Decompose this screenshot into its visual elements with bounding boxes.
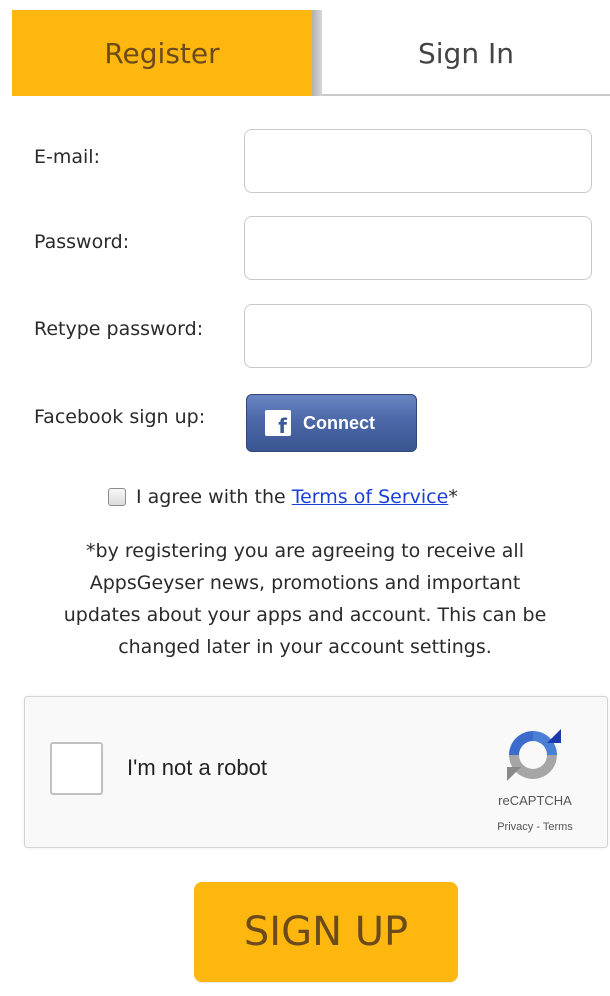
terms-agreement: I agree with the Terms of Service * bbox=[108, 480, 588, 514]
recaptcha-label: I'm not a robot bbox=[127, 755, 267, 780]
retype-password-label: Retype password: bbox=[34, 318, 204, 340]
password-label: Password: bbox=[34, 231, 130, 253]
terms-suffix: * bbox=[448, 486, 458, 508]
terms-of-service-link[interactable]: Terms of Service bbox=[292, 486, 449, 508]
tab-register-label: Register bbox=[104, 36, 220, 70]
recaptcha-logo-icon bbox=[507, 729, 561, 781]
terms-prefix: I agree with the bbox=[136, 486, 292, 508]
email-field[interactable] bbox=[244, 129, 592, 193]
recaptcha-terms-link[interactable]: Terms bbox=[543, 821, 573, 833]
terms-checkbox[interactable] bbox=[108, 488, 126, 506]
notice-line: changed later in your account settings. bbox=[118, 636, 492, 658]
recaptcha-brand: reCAPTCHA bbox=[498, 793, 572, 808]
password-field[interactable] bbox=[244, 216, 592, 280]
recaptcha-links: Privacy - Terms bbox=[465, 821, 605, 833]
facebook-signup-label: Facebook sign up: bbox=[34, 406, 206, 428]
sign-up-button[interactable]: SIGN UP bbox=[194, 882, 458, 982]
facebook-connect-label: Connect bbox=[303, 412, 375, 433]
notice-line: *by registering you are agreeing to rece… bbox=[86, 540, 524, 562]
email-label: E-mail: bbox=[34, 146, 100, 168]
retype-password-field[interactable] bbox=[244, 304, 592, 368]
notice-line: updates about your apps and account. Thi… bbox=[63, 604, 547, 626]
tab-sign-in[interactable]: Sign In bbox=[322, 10, 610, 96]
facebook-icon: f bbox=[265, 410, 291, 436]
tab-divider bbox=[312, 10, 322, 96]
sign-up-label: SIGN UP bbox=[243, 909, 409, 955]
tab-sign-in-label: Sign In bbox=[418, 36, 514, 70]
recaptcha-links-separator: - bbox=[533, 821, 543, 833]
auth-tabs: Register Sign In bbox=[12, 10, 610, 96]
registration-notice: *by registering you are agreeing to rece… bbox=[0, 535, 610, 663]
facebook-connect-button[interactable]: f Connect bbox=[246, 394, 417, 452]
recaptcha-checkbox[interactable] bbox=[50, 742, 103, 795]
tab-sign-in-underline bbox=[322, 94, 610, 96]
recaptcha-privacy-link[interactable]: Privacy bbox=[497, 821, 533, 833]
notice-line: AppsGeyser news, promotions and importan… bbox=[89, 572, 521, 594]
recaptcha-widget: I'm not a robot reCAPTCHA Privacy - Term… bbox=[24, 696, 608, 848]
tab-register[interactable]: Register bbox=[12, 10, 312, 96]
